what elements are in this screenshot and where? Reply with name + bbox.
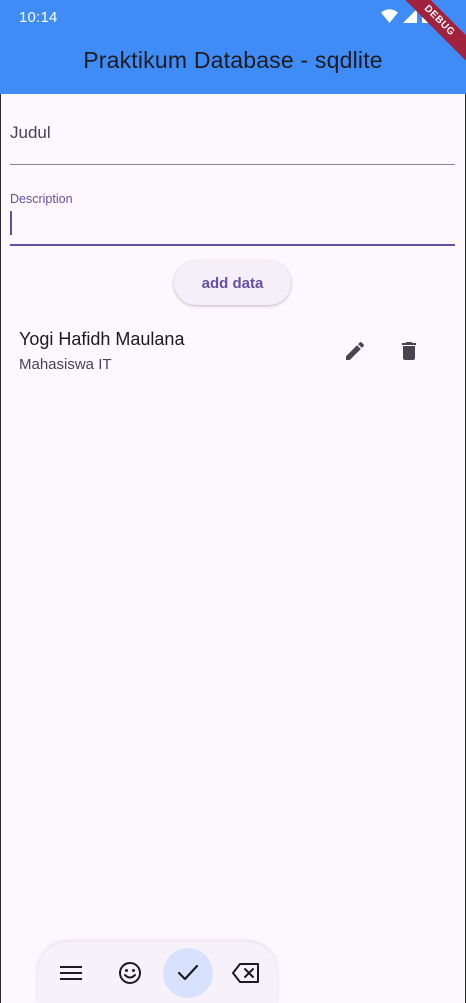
keyboard-toolbar — [38, 942, 277, 1003]
app-title: Praktikum Database - sqdlite — [83, 47, 383, 73]
wifi-icon — [381, 8, 398, 23]
app-header: 10:14 DEBUG Praktikum Database - sqdlite — [0, 0, 466, 94]
edit-icon[interactable] — [343, 339, 367, 363]
judul-label: Judul — [10, 123, 51, 142]
judul-field[interactable]: Judul — [10, 114, 455, 165]
backspace-icon[interactable] — [221, 948, 271, 998]
emoji-icon[interactable] — [105, 948, 155, 998]
item-subtitle: Mahasiswa IT — [19, 356, 112, 373]
status-bar: 10:14 DEBUG — [0, 0, 466, 67]
check-icon[interactable] — [163, 948, 213, 998]
menu-icon[interactable] — [46, 948, 96, 998]
text-cursor — [10, 211, 12, 235]
description-label: Description — [10, 192, 73, 206]
description-field[interactable]: Description — [10, 186, 455, 246]
list-item[interactable]: Yogi Hafidh Maulana Mahasiswa IT — [0, 320, 466, 384]
status-time: 10:14 — [19, 9, 58, 26]
add-data-button[interactable]: add data — [174, 261, 291, 305]
delete-icon[interactable] — [397, 339, 421, 363]
item-title: Yogi Hafidh Maulana — [19, 329, 185, 349]
